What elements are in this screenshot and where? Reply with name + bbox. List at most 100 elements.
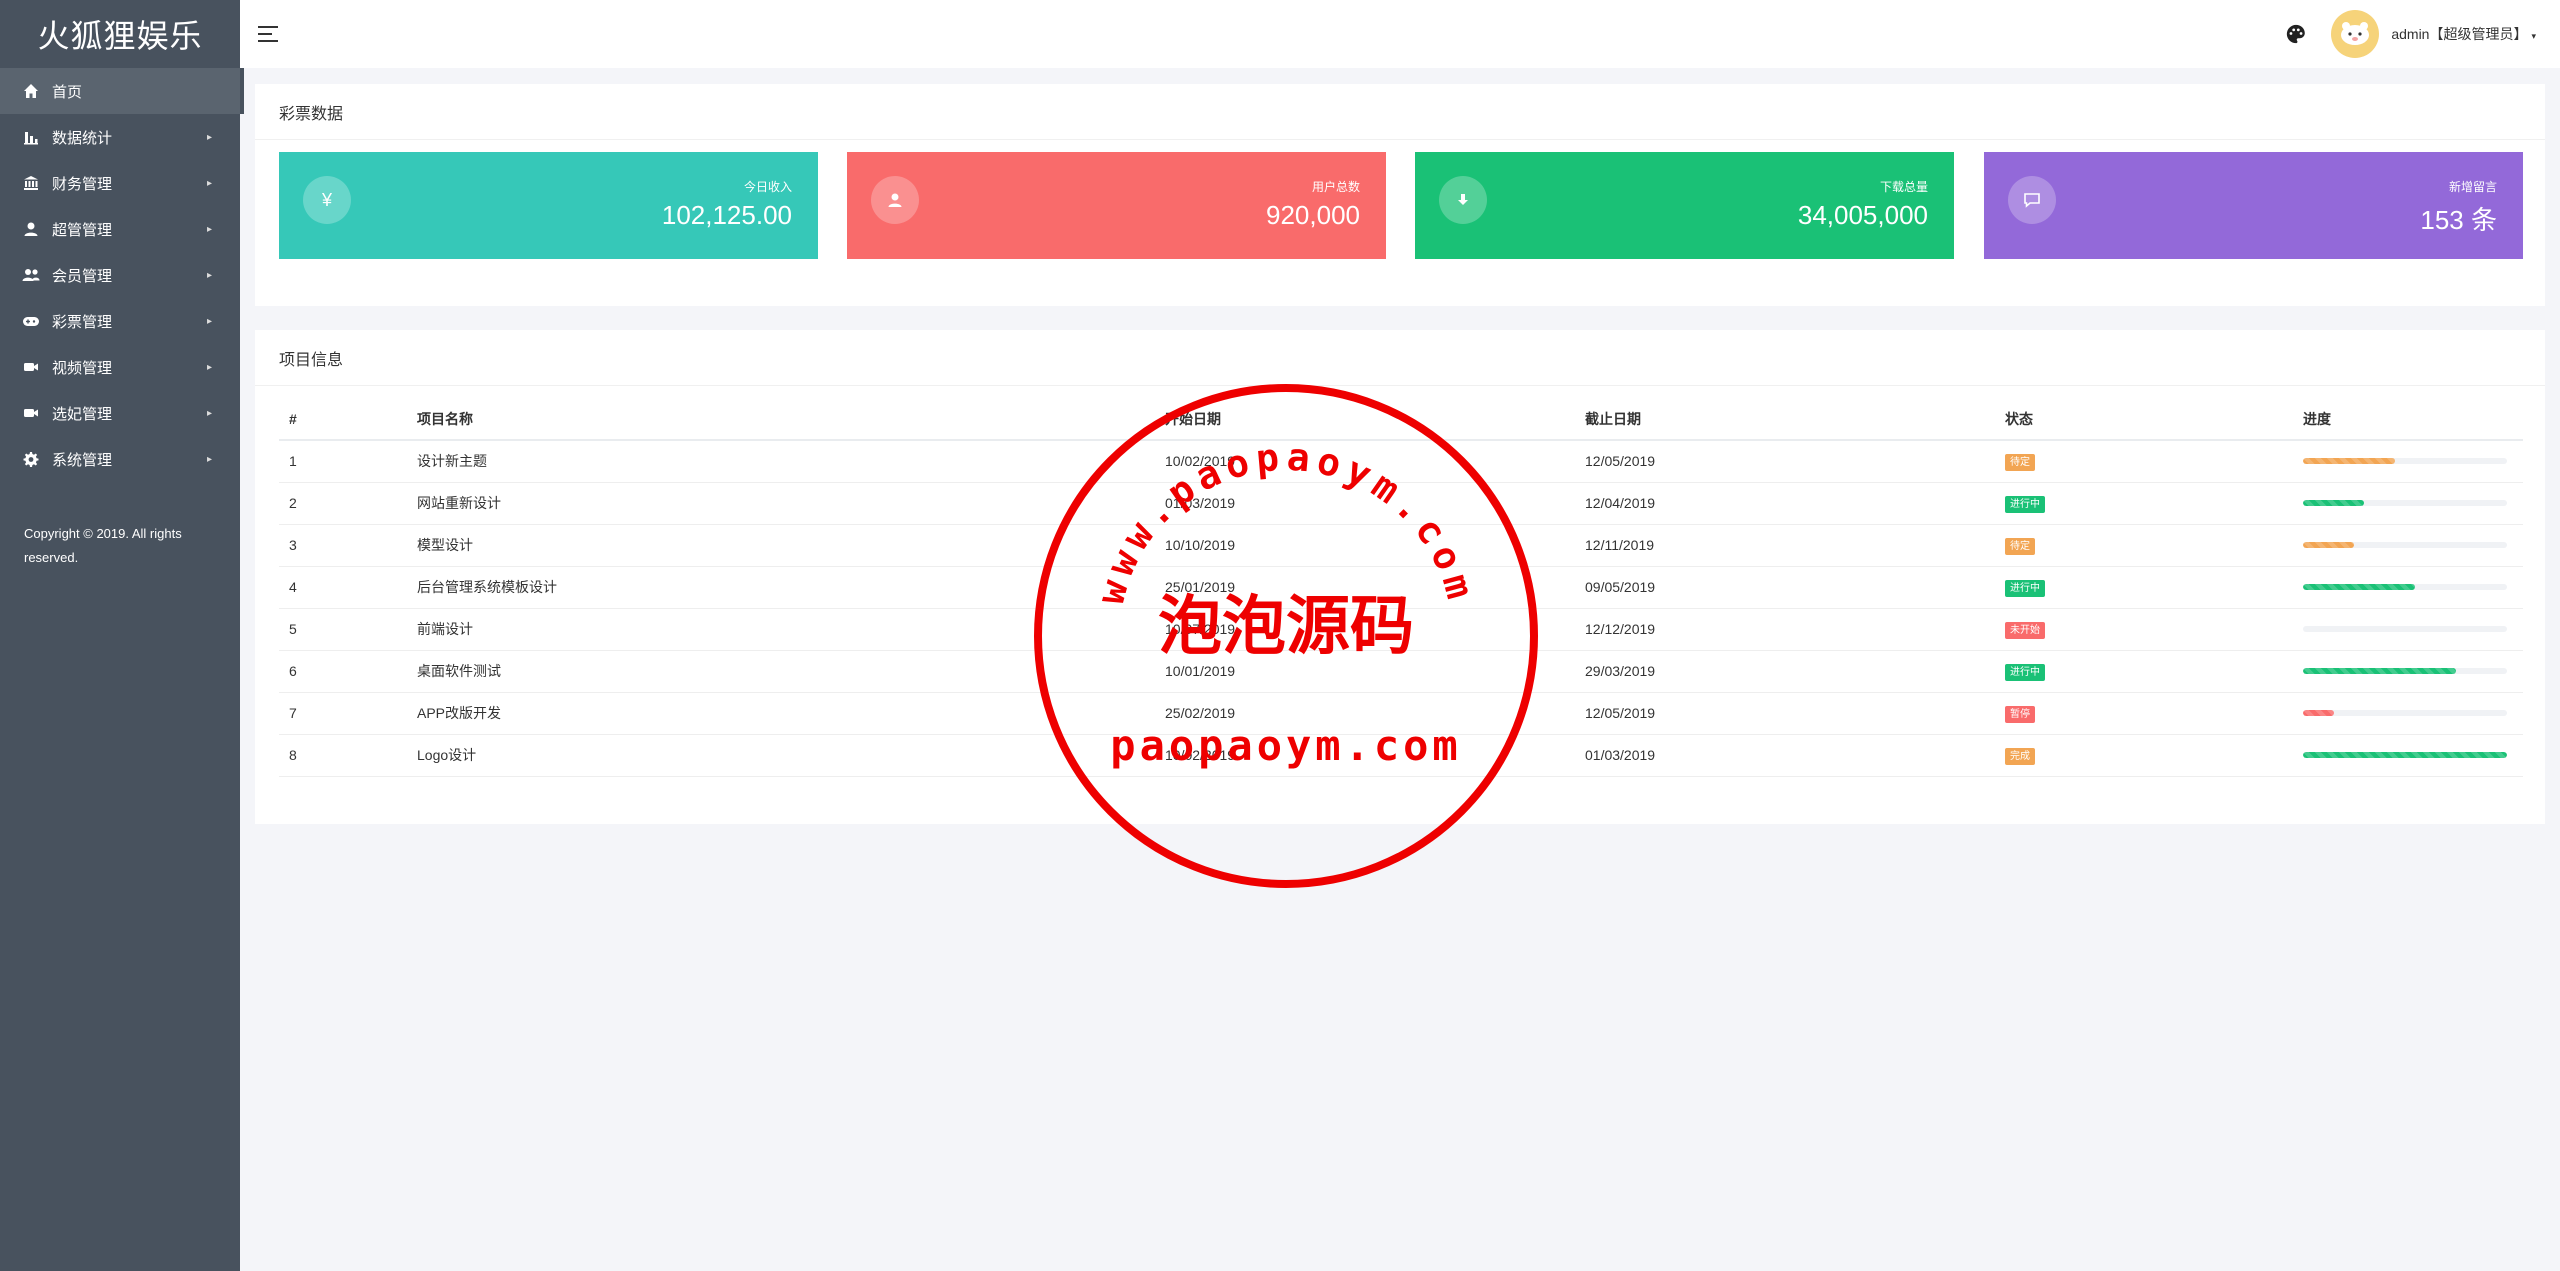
progress-cell — [2293, 566, 2523, 609]
palette-icon[interactable] — [2285, 23, 2307, 45]
progress-bar — [2303, 500, 2507, 506]
sidebar-item-3[interactable]: 超管管理 ▸ — [0, 206, 240, 252]
sidebar-item-2[interactable]: 财务管理 ▸ — [0, 160, 240, 206]
column-header[interactable]: 开始日期 — [1155, 398, 1575, 441]
progress-fill — [2303, 542, 2354, 548]
progress-bar — [2303, 626, 2507, 632]
progress-bar — [2303, 752, 2507, 758]
avatar[interactable] — [2331, 10, 2380, 58]
project-name: 网站重新设计 — [407, 482, 1155, 525]
column-header[interactable]: 状态 — [1995, 398, 2293, 441]
sidebar-item-7[interactable]: 选妃管理 ▸ — [0, 390, 240, 436]
stat-card-label: 下载总量 — [1879, 180, 1928, 194]
start-date: 25/02/2019 — [1155, 692, 1575, 735]
progress-cell — [2293, 734, 2523, 777]
sidebar-item-label: 超管管理 — [52, 221, 113, 239]
sidebar-item-0[interactable]: 首页 — [0, 68, 244, 114]
brand-logo[interactable]: 火狐狸娱乐 — [0, 0, 240, 68]
sidebar-item-6[interactable]: 视频管理 ▸ — [0, 344, 240, 390]
project-name: 后台管理系统模板设计 — [407, 566, 1155, 609]
progress-fill — [2303, 668, 2456, 674]
progress-bar — [2303, 584, 2507, 590]
column-header[interactable]: 进度 — [2293, 398, 2523, 441]
stat-card[interactable]: 下载总量 34,005,000 — [1415, 152, 1954, 259]
start-date: 01/03/2019 — [1155, 482, 1575, 525]
end-date: 09/05/2019 — [1575, 566, 1995, 609]
progress-cell — [2293, 608, 2523, 651]
status-cell: 进行中 — [1995, 482, 2293, 525]
status-badge: 完成 — [2005, 747, 2035, 765]
sidebar-item-label: 财务管理 — [52, 175, 113, 193]
sidebar-item-label: 系统管理 — [52, 451, 113, 469]
progress-cell — [2293, 650, 2523, 693]
menu-toggle-icon[interactable] — [258, 26, 278, 42]
user-icon — [22, 220, 40, 238]
table-body: 1 设计新主题 10/02/2019 12/05/2019 待定 2 网站重新设计 01/03… — [279, 440, 2523, 777]
progress-cell — [2293, 440, 2523, 483]
table-header-row: # 项目名称 开始日期 截止日期 状态 进度 — [279, 398, 2523, 441]
video-icon — [22, 404, 40, 422]
sidebar-item-label: 选妃管理 — [52, 405, 113, 423]
sidebar-item-label: 彩票管理 — [52, 313, 113, 331]
start-date: 10/02/2019 — [1155, 440, 1575, 483]
table-row[interactable]: 8 Logo设计 10/02/2019 01/03/2019 完成 — [279, 734, 2523, 777]
stat-card[interactable]: 用户总数 920,000 — [847, 152, 1386, 259]
table-row[interactable]: 6 桌面软件测试 10/01/2019 29/03/2019 进行中 — [279, 650, 2523, 693]
status-badge: 暂停 — [2005, 705, 2035, 723]
column-header[interactable]: 项目名称 — [407, 398, 1155, 441]
user-dropdown[interactable]: admin【超级管理员】 ▾ — [2391, 24, 2536, 44]
status-badge: 进行中 — [2005, 663, 2045, 681]
home-icon — [22, 82, 40, 100]
caret-right-icon: ▸ — [206, 269, 212, 281]
copyright: Copyright © 2019. All rights reserved. — [24, 526, 182, 565]
project-name: Logo设计 — [407, 734, 1155, 777]
sidebar-item-4[interactable]: 会员管理 ▸ — [0, 252, 240, 298]
sidebar-item-1[interactable]: 数据统计 ▸ — [0, 114, 240, 160]
table-row[interactable]: 5 前端设计 10/07/2019 12/12/2019 未开始 — [279, 608, 2523, 651]
user-icon — [871, 176, 919, 224]
header-right: admin【超级管理员】 ▾ — [2285, 0, 2536, 68]
bank-icon — [22, 174, 40, 192]
progress-fill — [2303, 584, 2416, 590]
stat-card-value: 34,005,000 — [1797, 200, 1928, 230]
column-header[interactable]: 截止日期 — [1575, 398, 1995, 441]
avatar-face-icon — [2341, 22, 2370, 45]
column-header[interactable]: # — [279, 398, 407, 441]
comment-icon — [2008, 176, 2056, 224]
sidebar-item-5[interactable]: 彩票管理 ▸ — [0, 298, 240, 344]
table-row[interactable]: 7 APP改版开发 25/02/2019 12/05/2019 暂停 — [279, 692, 2523, 735]
table-row[interactable]: 1 设计新主题 10/02/2019 12/05/2019 待定 — [279, 440, 2523, 483]
project-name: 设计新主题 — [407, 440, 1155, 483]
row-id: 2 — [279, 482, 407, 525]
stat-card-value: 153 条 — [2420, 205, 2497, 235]
caret-right-icon: ▸ — [206, 223, 212, 235]
stat-card[interactable]: 新增留言 153 条 — [1984, 152, 2523, 259]
progress-cell — [2293, 482, 2523, 525]
stat-card[interactable]: ¥ 今日收入 102,125.00 — [279, 152, 818, 259]
table-row[interactable]: 3 模型设计 10/10/2019 12/11/2019 待定 — [279, 524, 2523, 567]
sidebar-item-8[interactable]: 系统管理 ▸ — [0, 436, 240, 482]
progress-bar — [2303, 668, 2507, 674]
stat-card-label: 今日收入 — [743, 180, 792, 194]
caret-right-icon: ▸ — [206, 131, 212, 143]
project-table: # 项目名称 开始日期 截止日期 状态 进度 1 设计新主题 10/02/2019 12/05/… — [279, 398, 2523, 777]
stat-card-label: 新增留言 — [2448, 180, 2497, 194]
table-row[interactable]: 2 网站重新设计 01/03/2019 12/04/2019 进行中 — [279, 482, 2523, 525]
status-badge: 进行中 — [2005, 579, 2045, 597]
progress-cell — [2293, 692, 2523, 735]
progress-bar — [2303, 542, 2507, 548]
row-id: 7 — [279, 692, 407, 735]
video-icon — [22, 358, 40, 376]
table-row[interactable]: 4 后台管理系统模板设计 25/01/2019 09/05/2019 进行中 — [279, 566, 2523, 609]
top-header: admin【超级管理员】 ▾ — [240, 0, 2560, 68]
progress-fill — [2303, 710, 2334, 716]
progress-fill — [2303, 458, 2395, 465]
status-cell: 待定 — [1995, 440, 2293, 483]
start-date: 25/01/2019 — [1155, 566, 1575, 609]
active-indicator — [240, 68, 244, 114]
row-id: 6 — [279, 650, 407, 693]
sidebar: 火狐狸娱乐 首页 数据统计 ▸ 财务管理 ▸ 超管管理 ▸ 会员管理 ▸ 彩票管理 ▸ 视频管理 ▸ 选妃… — [0, 0, 244, 1271]
status-badge: 未开始 — [2005, 621, 2045, 639]
status-cell: 进行中 — [1995, 566, 2293, 609]
status-cell: 暂停 — [1995, 692, 2293, 735]
